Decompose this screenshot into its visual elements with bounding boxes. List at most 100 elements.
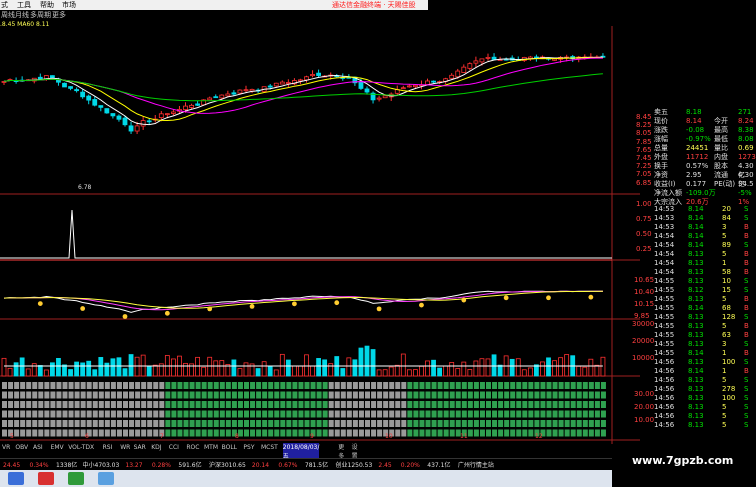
kline-chart[interactable]: 6.78 5 6 7 8 9 10 11 12 (0, 26, 640, 444)
tab-multi-period[interactable]: 多周期 (30, 11, 51, 20)
stripe-cell (322, 401, 328, 408)
indicator-tab[interactable]: KDJ (151, 443, 161, 452)
stripe-cell (26, 429, 32, 437)
stripe-cell (504, 410, 510, 418)
menu-item[interactable]: 工具 (17, 0, 31, 10)
signal-marker (376, 306, 382, 312)
stripe-cell (274, 420, 280, 427)
indicator-tab[interactable]: MCST (261, 443, 278, 452)
start-icon[interactable] (8, 472, 24, 485)
stripe-cell (346, 429, 352, 437)
indicator-tab[interactable]: WR (120, 443, 130, 452)
stripe-cell (104, 382, 110, 389)
volume-bar (546, 357, 551, 377)
stripe-cell (20, 391, 26, 399)
stripe-cell (546, 410, 552, 418)
stripe-cell (479, 410, 485, 418)
indicator-tab[interactable]: EMV (51, 443, 64, 452)
tab-more[interactable]: 更多 (52, 11, 66, 20)
menu-item[interactable]: 帮助 (40, 0, 54, 10)
stripe-cell (419, 391, 425, 399)
volume-bar (298, 365, 303, 377)
indicator-tab[interactable]: VR (2, 443, 10, 452)
indicator-tab[interactable]: VOL-TDX (68, 443, 94, 452)
stripe-cell (425, 429, 431, 437)
stripe-cell (292, 429, 298, 437)
stripe-cell (389, 410, 395, 418)
menu-item[interactable]: 式 (1, 0, 8, 10)
stripe-cell (280, 410, 286, 418)
stripe-cell (389, 401, 395, 408)
tab-weekly[interactable]: 周线 (1, 11, 15, 20)
indicator-tab[interactable]: MTM (204, 443, 218, 452)
tick-row: 14:56 8.13 100 S (652, 394, 756, 403)
tick-time: 14:56 (654, 385, 675, 393)
stripe-cell (310, 420, 316, 427)
axis-tick: 0.75 (636, 215, 652, 223)
stripe-cell (225, 410, 231, 418)
stripe-cell (334, 382, 340, 389)
indicator-tab[interactable]: RSI (103, 443, 113, 452)
stripe-cell (395, 429, 401, 437)
stripe-cell (558, 410, 564, 418)
tick-side: B (744, 304, 749, 312)
stripe-cell (92, 429, 98, 437)
stripe-cell (576, 429, 582, 437)
stripe-cell (407, 382, 413, 389)
stripe-cell (207, 401, 213, 408)
tab-monthly[interactable]: 月线 (15, 11, 29, 20)
stripe-cell (207, 382, 213, 389)
stripe-cell (159, 391, 165, 399)
stripe-cell (310, 401, 316, 408)
volume-bar (527, 367, 533, 377)
stripe-cell (14, 429, 20, 437)
promo-link[interactable]: 通达信金融终端 · 天赐佳股 (332, 0, 416, 10)
stripe-cell (479, 401, 485, 408)
volume-bar (467, 369, 473, 377)
stripe-cell (98, 420, 104, 427)
candle-body (310, 74, 315, 77)
stripe-cell (171, 401, 177, 408)
stripe-cell (129, 391, 135, 399)
indicator-tab[interactable]: ROC (186, 443, 199, 452)
stripe-cell (328, 420, 334, 427)
indicator-tab[interactable]: PSY (243, 443, 254, 452)
candle-body (364, 88, 370, 93)
x-axis-label: 10 (385, 433, 393, 440)
volume-bar (406, 369, 412, 377)
stripe-cell (498, 429, 504, 437)
indicator-tab[interactable]: CCI (169, 443, 179, 452)
menu-item[interactable]: 市场 (62, 0, 76, 10)
stripe-cell (328, 410, 334, 418)
tick-price: 8.14 (688, 349, 704, 357)
stripe-cell (165, 391, 171, 399)
indicator-tab[interactable]: BOLL (222, 443, 237, 452)
stripe-cell (123, 391, 128, 399)
stripe-cell (104, 429, 110, 437)
volume-bar (582, 366, 588, 377)
volume-bar (68, 369, 73, 377)
candle-body (467, 63, 473, 69)
volume-bar (600, 356, 606, 377)
stripe-cell (358, 401, 364, 408)
app-icon[interactable] (38, 472, 54, 485)
chat-icon[interactable] (98, 472, 114, 485)
stripe-cell (44, 420, 50, 427)
stripe-cell (576, 391, 582, 399)
volume-bar (540, 361, 545, 377)
indicator-tab[interactable]: OBV (15, 443, 28, 452)
tick-side: S (744, 286, 749, 294)
stripe-cell (486, 382, 491, 389)
stripe-cell (98, 391, 104, 399)
indicator-tab[interactable]: SAR (134, 443, 146, 452)
stripe-cell (371, 420, 377, 427)
stripe-cell (98, 429, 104, 437)
spreadsheet-icon[interactable] (68, 472, 84, 485)
indicator-tab[interactable]: ASI (33, 443, 43, 452)
candle-body (406, 85, 412, 88)
tick-time: 14:54 (654, 250, 675, 258)
candle-body (461, 66, 467, 73)
stripe-cell (286, 429, 292, 437)
tick-qty: 5 (722, 412, 727, 420)
stripe-cell (298, 382, 304, 389)
